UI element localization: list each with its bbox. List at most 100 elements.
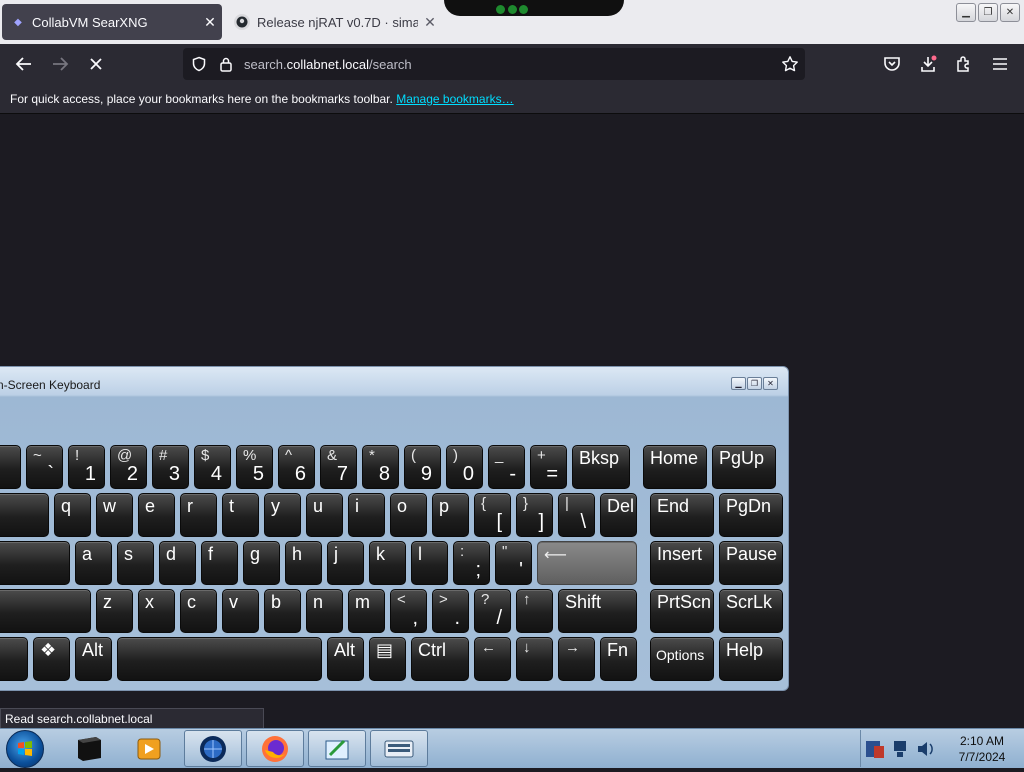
key-b[interactable]: b <box>264 589 301 633</box>
taskbar-vm-app-button[interactable] <box>184 730 242 767</box>
key-b[interactable]: b <box>0 493 49 537</box>
tab-collabvm-searxng[interactable]: ◆ CollabVM SearXNG ✕ <box>2 4 222 40</box>
key-/[interactable]: ? / <box>474 589 511 633</box>
downloads-button[interactable] <box>914 50 942 78</box>
key-scrlk[interactable]: ScrLk <box>719 589 783 633</box>
forward-button[interactable] <box>46 50 74 78</box>
key-❖[interactable]: ❖ <box>33 637 70 681</box>
key-t[interactable]: t <box>222 493 259 537</box>
keyboard-restore-icon[interactable]: ❐ <box>747 377 762 390</box>
key-blank[interactable]: → <box>558 637 595 681</box>
close-tab-icon[interactable]: ✕ <box>198 14 222 31</box>
key-blank[interactable]: ↑ <box>516 589 553 633</box>
stop-loading-button[interactable] <box>82 50 110 78</box>
key-`[interactable]: ~ ` <box>26 445 63 489</box>
close-window-icon[interactable]: ✕ <box>1000 3 1020 22</box>
volume-icon[interactable] <box>915 738 935 760</box>
key-i[interactable]: i <box>348 493 385 537</box>
key-r[interactable]: r <box>180 493 217 537</box>
key-j[interactable]: j <box>327 541 364 585</box>
extensions-button[interactable] <box>950 50 978 78</box>
system-clock[interactable]: 2:10 AM 7/7/2024 <box>940 733 1024 765</box>
key-blank[interactable]: ↓ <box>516 637 553 681</box>
taskbar-media-player-button[interactable] <box>120 730 178 767</box>
key-p[interactable]: p <box>432 493 469 537</box>
key-u[interactable]: u <box>306 493 343 537</box>
language-bar-icon[interactable] <box>864 738 886 760</box>
lock-icon[interactable] <box>219 56 233 72</box>
app-menu-button[interactable] <box>986 50 1014 78</box>
key-l[interactable]: l <box>411 541 448 585</box>
key-5[interactable]: % 5 <box>236 445 273 489</box>
key-7[interactable]: & 7 <box>320 445 357 489</box>
key-=[interactable]: + = <box>530 445 567 489</box>
key-.[interactable]: >. <box>432 589 469 633</box>
key-[[interactable]: {[ <box>474 493 511 537</box>
key-pgup[interactable]: PgUp <box>712 445 776 489</box>
key-e[interactable]: e <box>138 493 175 537</box>
key-q[interactable]: q <box>54 493 91 537</box>
key-▤[interactable]: ▤ <box>369 637 406 681</box>
address-bar[interactable]: search.collabnet.local/search <box>183 48 805 80</box>
key-3[interactable]: #3 <box>152 445 189 489</box>
key-prtscn[interactable]: PrtScn <box>650 589 714 633</box>
key-del[interactable]: Del <box>600 493 637 537</box>
key-end[interactable]: End <box>650 493 714 537</box>
tracking-shield-icon[interactable] <box>191 56 207 72</box>
key-h[interactable]: h <box>285 541 322 585</box>
key-ft[interactable]: ft <box>0 589 91 633</box>
key-0[interactable]: ) 0 <box>446 445 483 489</box>
key-ctrl[interactable]: Ctrl <box>411 637 469 681</box>
key-m[interactable]: m <box>348 589 385 633</box>
key-w[interactable]: w <box>96 493 133 537</box>
key-enter[interactable]: ⟵ <box>537 541 637 585</box>
key-bksp[interactable]: Bksp <box>572 445 630 489</box>
key-4[interactable]: $4 <box>194 445 231 489</box>
key-c[interactable]: c <box>180 589 217 633</box>
key-f[interactable]: f <box>201 541 238 585</box>
key-n[interactable]: n <box>306 589 343 633</box>
key-ps[interactable]: ps <box>0 541 70 585</box>
minimize-icon[interactable]: ▁ <box>956 3 976 22</box>
tab-release-njrat[interactable]: Release njRAT v0.7D · simalei/n ✕ <box>226 4 442 40</box>
start-button[interactable] <box>6 730 44 768</box>
key-blank[interactable]: ← <box>474 637 511 681</box>
manage-bookmarks-link[interactable]: Manage bookmarks… <box>396 92 513 106</box>
taskbar-explorer-button[interactable] <box>60 730 118 767</box>
keyboard-close-icon[interactable]: ✕ <box>763 377 778 390</box>
key-d[interactable]: d <box>159 541 196 585</box>
close-tab-icon[interactable]: ✕ <box>418 14 442 31</box>
key-pgdn[interactable]: PgDn <box>719 493 783 537</box>
key-fn[interactable]: Fn <box>600 637 637 681</box>
key-9[interactable]: (9 <box>404 445 441 489</box>
pocket-button[interactable] <box>878 50 906 78</box>
key-'[interactable]: " ' <box>495 541 532 585</box>
key-;[interactable]: :; <box>453 541 490 585</box>
restore-icon[interactable]: ❐ <box>978 3 998 22</box>
key-blank[interactable] <box>0 445 21 489</box>
key-help[interactable]: Help <box>719 637 783 681</box>
key-g[interactable]: g <box>243 541 280 585</box>
key-alt[interactable]: Alt <box>327 637 364 681</box>
key-insert[interactable]: Insert <box>650 541 714 585</box>
key-1[interactable]: ! 1 <box>68 445 105 489</box>
key-home[interactable]: Home <box>643 445 707 489</box>
keyboard-minimize-icon[interactable]: ▁ <box>731 377 746 390</box>
key-][interactable]: }] <box>516 493 553 537</box>
key-pause[interactable]: Pause <box>719 541 783 585</box>
key-space[interactable] <box>117 637 322 681</box>
key-v[interactable]: v <box>222 589 259 633</box>
key-a[interactable]: a <box>75 541 112 585</box>
key-\[interactable]: | \ <box>558 493 595 537</box>
key-l[interactable]: l <box>0 637 28 681</box>
back-button[interactable] <box>10 50 38 78</box>
key-s[interactable]: s <box>117 541 154 585</box>
key-o[interactable]: o <box>390 493 427 537</box>
key-2[interactable]: @2 <box>110 445 147 489</box>
key-options[interactable]: Options <box>650 637 714 681</box>
key-x[interactable]: x <box>138 589 175 633</box>
key-shift[interactable]: Shift <box>558 589 637 633</box>
network-icon[interactable] <box>891 738 909 760</box>
key-8[interactable]: * 8 <box>362 445 399 489</box>
taskbar-notepad-button[interactable] <box>308 730 366 767</box>
